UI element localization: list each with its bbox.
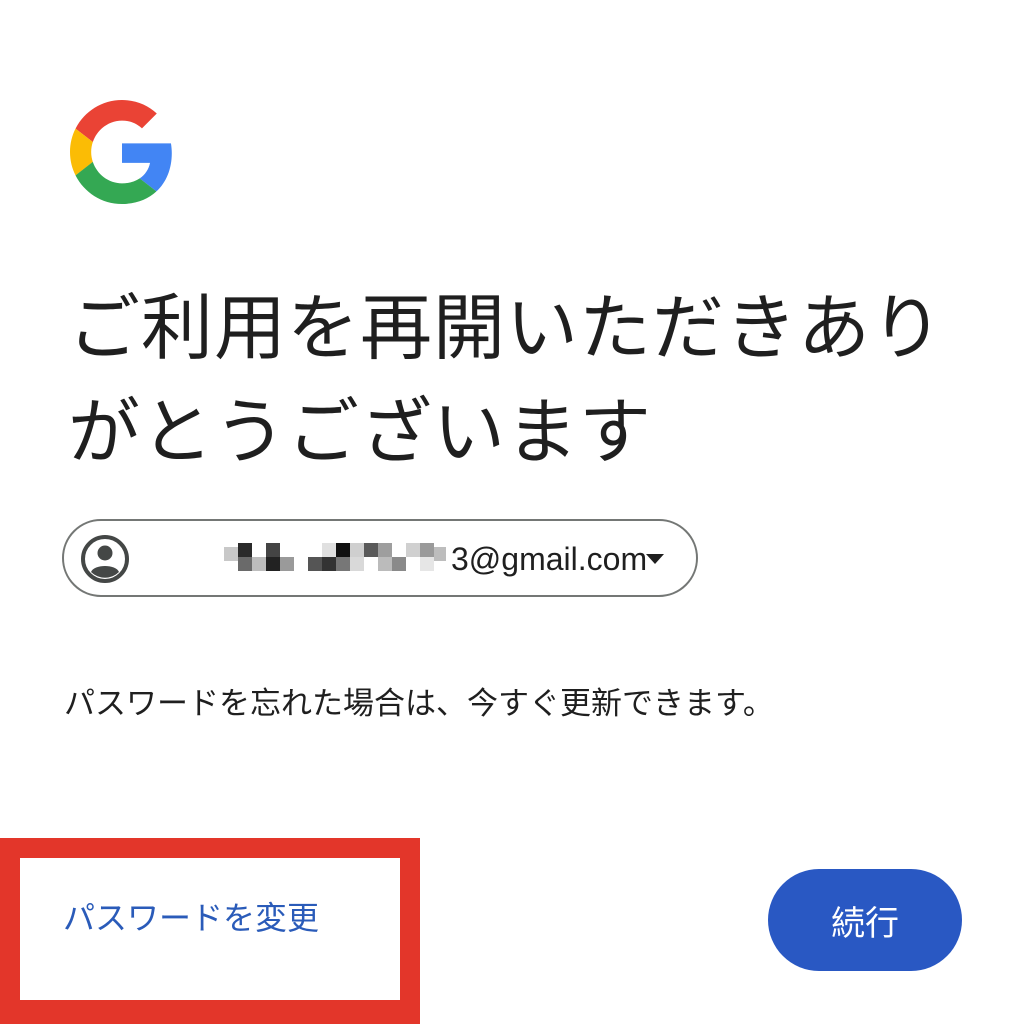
forgot-password-info: パスワードを忘れた場合は、今すぐ更新できます。: [64, 686, 774, 722]
redacted-email-prefix: [224, 543, 446, 577]
page-title: ご利用を再開いただきありがとうございます: [68, 286, 945, 474]
account-selector[interactable]: 3@gmail.com: [62, 519, 698, 597]
google-logo-icon: [70, 100, 174, 204]
account-email: 3@gmail.com: [451, 541, 648, 577]
caret-down-icon[interactable]: [646, 554, 664, 564]
continue-button[interactable]: 続行: [768, 869, 962, 971]
account-circle-icon: [80, 534, 130, 584]
change-password-button[interactable]: パスワードを変更: [63, 896, 319, 940]
